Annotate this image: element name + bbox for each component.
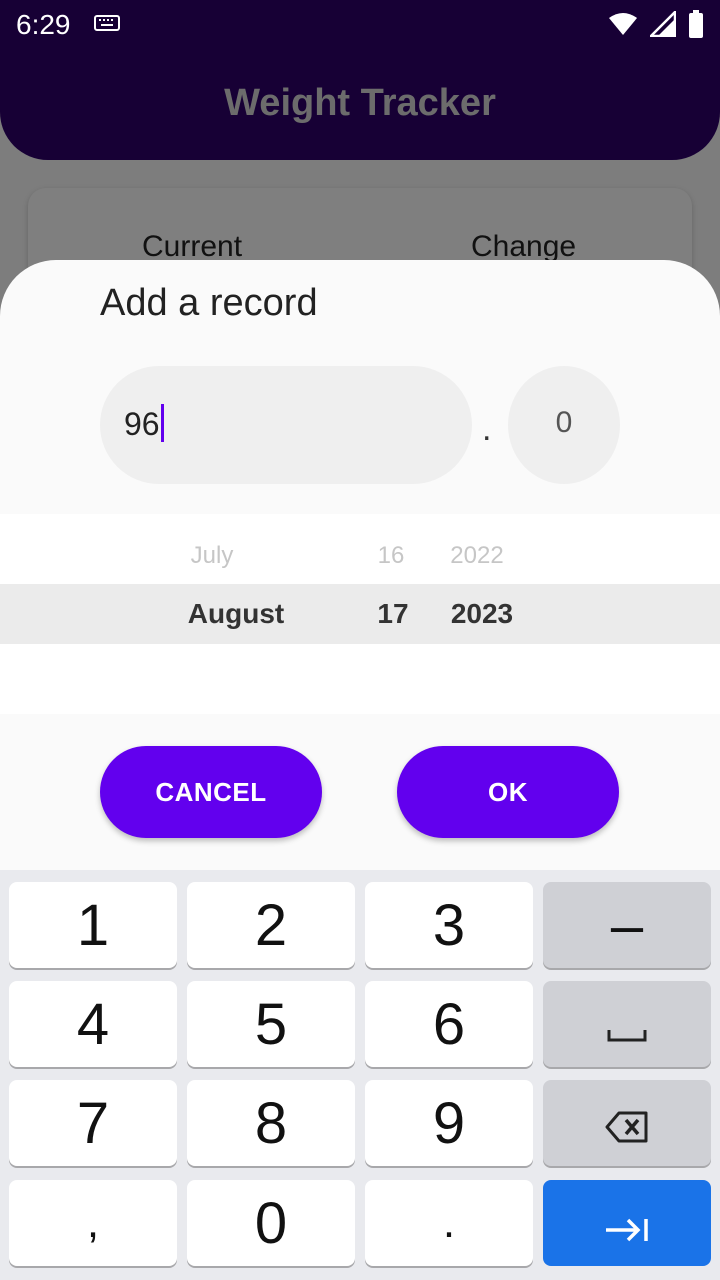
key-1[interactable]: 1 [9,882,177,968]
key-space[interactable] [543,981,711,1067]
ok-button[interactable]: OK [397,746,619,838]
numeric-keyboard: 1 2 3 – 4 5 6 7 8 9 , 0 . [0,870,720,1280]
date-picker[interactable]: July 16 2022 August 17 2023 [0,514,720,714]
day-previous[interactable]: 16 [356,542,426,570]
decimal-separator: . [482,410,492,448]
status-time: 6:29 [16,9,71,40]
month-selected[interactable]: August [166,598,306,630]
weight-fraction-placeholder: 0 [555,406,573,439]
tab-next-icon [604,1190,650,1257]
wifi-icon [608,12,638,41]
year-previous[interactable]: 2022 [432,542,522,570]
key-5[interactable]: 5 [187,981,355,1067]
day-selected[interactable]: 17 [358,598,428,630]
key-3[interactable]: 3 [365,882,533,968]
month-previous[interactable]: July [152,542,272,570]
key-comma[interactable]: , [9,1180,177,1266]
battery-icon [688,10,704,43]
backspace-icon [605,1090,649,1157]
text-cursor [160,404,164,442]
weight-fraction-field[interactable]: 0 [508,366,620,484]
key-8[interactable]: 8 [187,1080,355,1166]
dialog-title: Add a record [100,282,318,324]
key-period[interactable]: . [365,1180,533,1266]
key-2[interactable]: 2 [187,882,355,968]
key-backspace[interactable] [543,1080,711,1166]
add-record-dialog: Add a record 96 . 0 July 16 2022 August … [0,260,720,870]
key-0[interactable]: 0 [187,1180,355,1266]
key-9[interactable]: 9 [365,1080,533,1166]
year-selected[interactable]: 2023 [430,598,534,630]
space-icon [607,991,647,1058]
key-4[interactable]: 4 [9,981,177,1067]
signal-icon [647,8,677,42]
weight-integer-value: 96 [124,406,160,442]
key-6[interactable]: 6 [365,981,533,1067]
status-bar: 6:29 [0,0,720,48]
key-7[interactable]: 7 [9,1080,177,1166]
cancel-button[interactable]: CANCEL [100,746,322,838]
keyboard-notification-icon [94,14,120,37]
key-minus[interactable]: – [543,882,711,968]
key-next[interactable] [543,1180,711,1266]
weight-integer-field[interactable]: 96 [100,366,472,484]
